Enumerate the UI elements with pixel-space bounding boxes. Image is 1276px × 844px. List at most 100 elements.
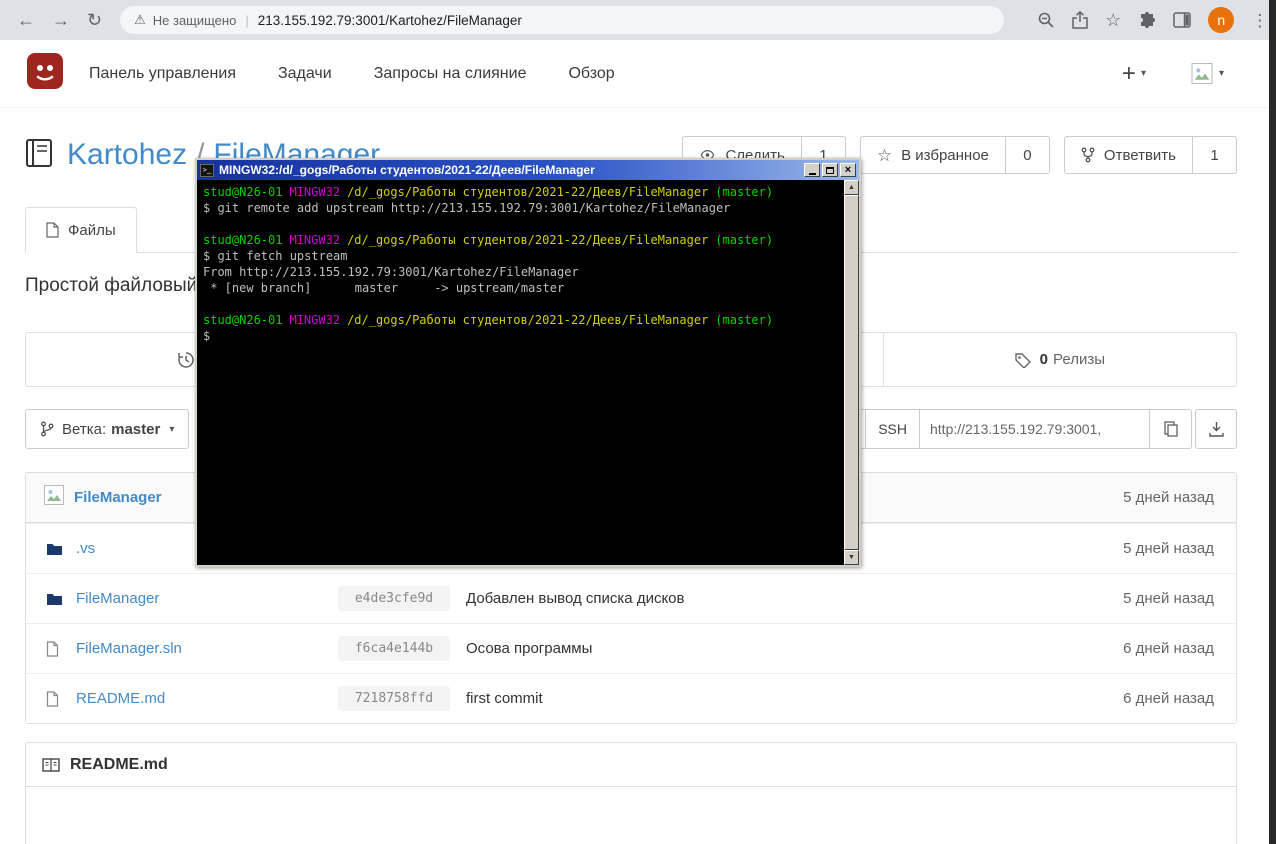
- clipboard-icon: [1163, 421, 1178, 437]
- terminal-output[interactable]: stud@N26-01 MINGW32/d/_gogs/Работы студен…: [197, 180, 844, 565]
- commit-hash[interactable]: 7218758ffd: [338, 686, 450, 711]
- share-icon[interactable]: [1072, 11, 1088, 29]
- side-panel-icon[interactable]: [1173, 12, 1191, 28]
- scrollbar-thumb[interactable]: [844, 195, 859, 550]
- address-bar[interactable]: ⚠ Не защищено | 213.155.192.79:3001/Kart…: [120, 6, 1005, 34]
- minimize-button[interactable]: [804, 163, 820, 177]
- ssh-protocol-button[interactable]: SSH: [866, 409, 920, 449]
- nav-item-pull-requests[interactable]: Запросы на слияние: [353, 65, 548, 83]
- security-label: Не защищено: [152, 12, 237, 28]
- user-avatar[interactable]: ▾: [1190, 63, 1224, 84]
- prompt-user: stud@N26-01: [203, 185, 283, 199]
- terminal-title-bar[interactable]: >_ MINGW32:/d/_gogs/Работы студентов/202…: [197, 160, 859, 180]
- table-row: FileManager e4de3cfe9d Добавлен вывод сп…: [26, 573, 1236, 623]
- commit-time: 6 дней назад: [1123, 690, 1214, 707]
- terminal-output-line: * [new branch] master -> upstream/master: [203, 281, 565, 295]
- restore-button[interactable]: [822, 163, 838, 177]
- terminal-command: $ git remote add upstream http://213.155…: [203, 201, 731, 215]
- copy-url-button[interactable]: [1150, 409, 1192, 449]
- nav-items: Панель управления Задачи Запросы на слия…: [89, 65, 636, 83]
- browser-menu-kebab-icon[interactable]: ⋮: [1251, 12, 1268, 29]
- folder-icon: [46, 592, 64, 606]
- browser-scrollbar[interactable]: [1269, 0, 1276, 844]
- browser-tools: ☆ n ⋮: [1020, 7, 1268, 33]
- header-repo-link[interactable]: FileManager: [74, 489, 162, 506]
- table-row: README.md 7218758ffd first commit 6 дней…: [26, 673, 1236, 723]
- close-button[interactable]: ×: [840, 163, 856, 177]
- prompt-path: /d/_gogs/Работы студентов/2021-22/Деев/F…: [347, 233, 709, 247]
- star-icon: ☆: [876, 145, 893, 165]
- user-menu-caret-icon[interactable]: ▾: [1219, 68, 1224, 79]
- download-button[interactable]: [1195, 409, 1237, 449]
- prompt-path: /d/_gogs/Работы студентов/2021-22/Деев/F…: [347, 313, 709, 327]
- commit-message[interactable]: Осова программы: [466, 640, 592, 657]
- repo-book-icon: [25, 138, 53, 173]
- reload-icon[interactable]: ↻: [87, 11, 102, 29]
- fork-button[interactable]: Ответвить: [1063, 136, 1193, 174]
- folder-icon: [46, 542, 64, 556]
- readme-header: README.md: [26, 743, 1236, 787]
- bookmark-star-icon[interactable]: ☆: [1105, 11, 1121, 29]
- prompt-msystem: MINGW32: [289, 313, 341, 327]
- prompt-branch: (master): [715, 185, 774, 199]
- gogs-logo[interactable]: [27, 53, 63, 94]
- file-link[interactable]: README.md: [76, 690, 338, 707]
- star-group: ☆ В избранное 0: [859, 136, 1050, 174]
- terminal-scrollbar[interactable]: ▲ ▼: [844, 180, 859, 565]
- prompt-branch: (master): [715, 313, 774, 327]
- new-repo-caret-icon[interactable]: ▾: [1141, 68, 1146, 79]
- file-link[interactable]: FileManager.sln: [76, 640, 338, 657]
- nav-item-explore[interactable]: Обзор: [547, 65, 635, 83]
- commit-message[interactable]: Добавлен вывод списка дисков: [466, 590, 685, 607]
- star-button[interactable]: ☆ В избранное: [859, 136, 1006, 174]
- terminal-command: $ git fetch upstream: [203, 249, 348, 263]
- tab-files[interactable]: Файлы: [25, 207, 137, 253]
- nav-right: + ▾ ▾: [1122, 60, 1224, 88]
- forward-icon[interactable]: →: [52, 11, 70, 29]
- avatar-broken-image: [44, 485, 64, 510]
- back-icon[interactable]: ←: [17, 11, 35, 29]
- new-repo-plus-icon[interactable]: +: [1122, 60, 1136, 88]
- clone-controls: HTTP SSH: [803, 409, 1237, 449]
- nav-item-issues[interactable]: Задачи: [257, 65, 353, 83]
- nav-item-dashboard[interactable]: Панель управления: [89, 65, 257, 83]
- readme-content: [26, 787, 1236, 844]
- prompt-path: /d/_gogs/Работы студентов/2021-22/Деев/F…: [347, 185, 709, 199]
- mingw32-terminal-window[interactable]: >_ MINGW32:/d/_gogs/Работы студентов/202…: [195, 158, 861, 567]
- terminal-prompt-char: $: [203, 329, 211, 343]
- releases-count: 0: [1039, 351, 1048, 368]
- terminal-app-icon: >_: [200, 163, 214, 177]
- terminal-prompt-line: stud@N26-01 MINGW32/d/_gogs/Работы студен…: [203, 232, 844, 248]
- tab-files-label: Файлы: [68, 221, 116, 239]
- scroll-up-icon[interactable]: ▲: [844, 180, 859, 195]
- prompt-user: stud@N26-01: [203, 313, 283, 327]
- commit-hash[interactable]: e4de3cfe9d: [338, 586, 450, 611]
- terminal-title: MINGW32:/d/_gogs/Работы студентов/2021-2…: [219, 163, 595, 177]
- zoom-icon[interactable]: [1037, 11, 1055, 29]
- download-icon: [1208, 422, 1224, 437]
- browser-profile-avatar[interactable]: n: [1208, 7, 1235, 33]
- clone-url-input[interactable]: [920, 409, 1150, 449]
- stats-releases[interactable]: 0 Релизы: [882, 333, 1236, 386]
- repo-owner-link[interactable]: Kartohez: [67, 138, 187, 171]
- open-book-icon: [42, 757, 60, 772]
- header-time: 5 дней назад: [1123, 489, 1214, 506]
- commit-message[interactable]: first commit: [466, 690, 543, 707]
- extensions-puzzle-icon[interactable]: [1138, 11, 1156, 29]
- terminal-prompt-line: stud@N26-01 MINGW32/d/_gogs/Работы студен…: [203, 184, 844, 200]
- fork-count[interactable]: 1: [1193, 136, 1237, 174]
- url-text: 213.155.192.79:3001/Kartohez/FileManager: [257, 12, 522, 28]
- commit-time: 6 дней назад: [1123, 640, 1214, 657]
- scroll-down-icon[interactable]: ▼: [844, 550, 859, 565]
- commit-time: 5 дней назад: [1123, 540, 1214, 557]
- commit-hash[interactable]: f6ca4e144b: [338, 636, 450, 661]
- file-icon: [46, 640, 64, 657]
- star-count[interactable]: 0: [1005, 136, 1050, 174]
- prompt-msystem: MINGW32: [289, 233, 341, 247]
- branch-selector[interactable]: Ветка: master ▾: [25, 409, 190, 449]
- file-link[interactable]: FileManager: [76, 590, 338, 607]
- table-row: FileManager.sln f6ca4e144b Осова програм…: [26, 623, 1236, 673]
- prompt-branch: (master): [715, 233, 774, 247]
